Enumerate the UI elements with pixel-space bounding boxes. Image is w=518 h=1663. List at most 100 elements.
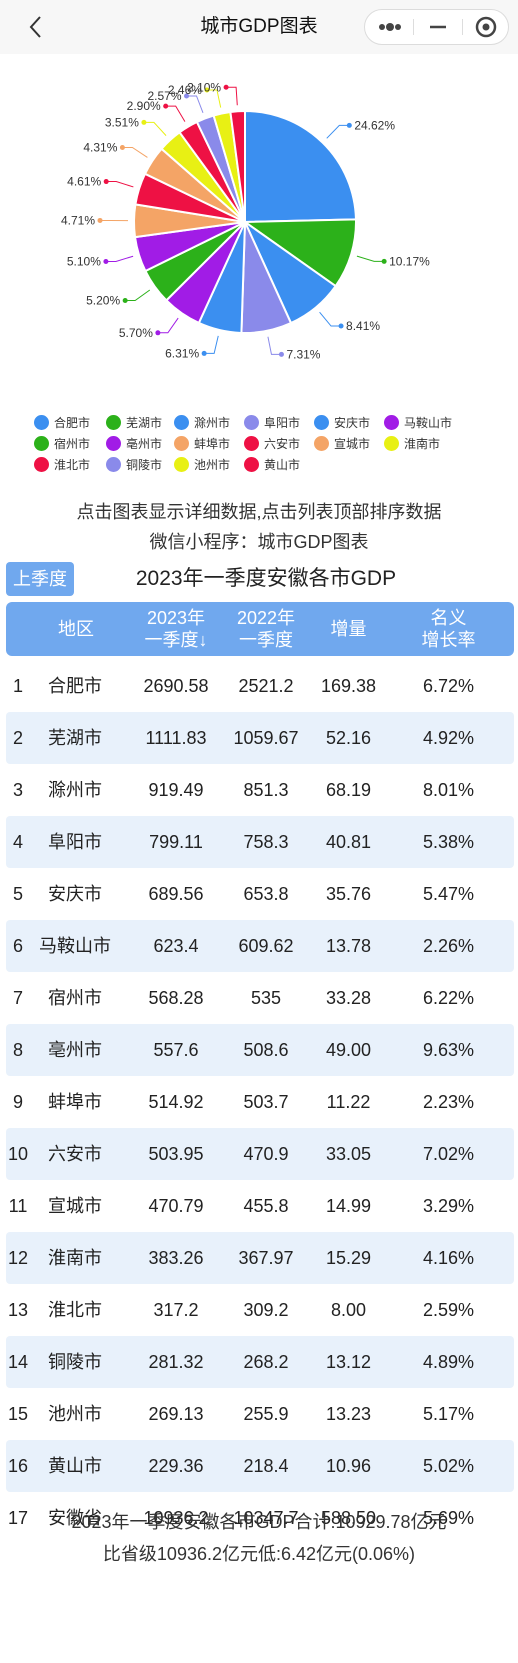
- cell-rank: 8: [12, 1040, 23, 1060]
- table-row[interactable]: 4 阜阳市 799.11 758.3 40.81 5.38%: [6, 816, 514, 868]
- table-row[interactable]: 12 淮南市 383.26 367.97 15.29 4.16%: [6, 1232, 514, 1284]
- cell-increase: 15.29: [325, 1248, 372, 1268]
- pie-percent-label: 4.61%: [67, 175, 101, 189]
- pie-leader-line: [165, 105, 186, 122]
- legend-item[interactable]: 淮南市: [384, 435, 440, 453]
- cell-growth-rate: 6.22%: [422, 988, 475, 1008]
- cell-2023-q1: 689.56: [148, 884, 204, 904]
- legend-item[interactable]: 铜陵市: [106, 456, 162, 474]
- table-row[interactable]: 11 宣城市 470.79 455.8 14.99 3.29%: [6, 1180, 514, 1232]
- target-circle-icon: [475, 16, 497, 38]
- table-row[interactable]: 1 合肥市 2690.58 2521.2 169.38 6.72%: [6, 660, 514, 712]
- cell-2022-q1: 455.8: [243, 1196, 289, 1216]
- pie-leader-line: [326, 124, 350, 139]
- cell-rank: 3: [12, 780, 23, 800]
- pie-leader-line: [125, 289, 151, 301]
- legend-label: 淮北市: [54, 458, 91, 472]
- header-region[interactable]: 地区: [46, 602, 106, 656]
- legend-item[interactable]: 宣城市: [314, 435, 370, 453]
- cell-region: 宿州市: [48, 988, 102, 1008]
- close-button[interactable]: [462, 10, 510, 44]
- pie-leader-dot: [346, 122, 352, 128]
- cell-rank: 7: [12, 988, 23, 1008]
- cell-2023-q1: 503.95: [148, 1144, 204, 1164]
- legend-item[interactable]: 阜阳市: [244, 414, 300, 432]
- legend-item[interactable]: 合肥市: [34, 414, 90, 432]
- cell-rank: 12: [7, 1248, 29, 1268]
- cell-growth-rate: 4.92%: [422, 728, 475, 748]
- legend-color-dot: [106, 415, 121, 430]
- cell-2022-q1: 470.9: [243, 1144, 289, 1164]
- legend-item[interactable]: 亳州市: [106, 435, 162, 453]
- pie-leader-dot: [338, 323, 344, 329]
- table-row[interactable]: 6 马鞍山市 623.4 609.62 13.78 2.26%: [6, 920, 514, 972]
- legend-label: 宣城市: [334, 437, 371, 451]
- legend-item[interactable]: 滁州市: [174, 414, 230, 432]
- cell-growth-rate: 4.16%: [422, 1248, 475, 1268]
- cell-region: 蚌埠市: [48, 1092, 102, 1112]
- legend-item[interactable]: 池州市: [174, 456, 230, 474]
- pie-slice[interactable]: [244, 109, 357, 224]
- legend-label: 蚌埠市: [194, 437, 231, 451]
- minimize-button[interactable]: [414, 10, 462, 44]
- cell-rank: 5: [12, 884, 23, 904]
- cell-region: 六安市: [48, 1144, 102, 1164]
- header-increase[interactable]: 增量: [306, 602, 391, 656]
- header-growth-rate[interactable]: 名义 增长率: [391, 602, 506, 656]
- cell-2022-q1: 535: [250, 988, 282, 1008]
- header-2023-q1[interactable]: 2023年 一季度↓: [126, 602, 226, 656]
- cell-increase: 13.23: [325, 1404, 372, 1424]
- legend-item[interactable]: 六安市: [244, 435, 300, 453]
- legend-label: 合肥市: [54, 416, 91, 430]
- pie-percent-label: 2.10%: [187, 80, 221, 94]
- legend-item[interactable]: 芜湖市: [106, 414, 162, 432]
- table-row[interactable]: 10 六安市 503.95 470.9 33.05 7.02%: [6, 1128, 514, 1180]
- cell-2022-q1: 218.4: [243, 1456, 289, 1476]
- legend-color-dot: [34, 457, 49, 472]
- table-row[interactable]: 14 铜陵市 281.32 268.2 13.12 4.89%: [6, 1336, 514, 1388]
- legend-item[interactable]: 黄山市: [244, 456, 300, 474]
- cell-region: 淮南市: [48, 1248, 102, 1268]
- pie-leader-line: [105, 255, 134, 262]
- table-row[interactable]: 8 亳州市 557.6 508.6 49.00 9.63%: [6, 1024, 514, 1076]
- cell-2023-q1: 514.92: [148, 1092, 204, 1112]
- pie-leader-line: [204, 335, 219, 354]
- legend-color-dot: [244, 436, 259, 451]
- cell-increase: 49.00: [325, 1040, 372, 1060]
- table-row[interactable]: 16 黄山市 229.36 218.4 10.96 5.02%: [6, 1440, 514, 1492]
- pie-percent-label: 5.70%: [119, 326, 153, 340]
- cell-region: 黄山市: [48, 1456, 102, 1476]
- pie-leader-line: [186, 95, 204, 113]
- legend-item[interactable]: 蚌埠市: [174, 435, 230, 453]
- legend-color-dot: [174, 457, 189, 472]
- table-row[interactable]: 13 淮北市 317.2 309.2 8.00 2.59%: [6, 1284, 514, 1336]
- pie-percent-label: 6.31%: [165, 346, 199, 360]
- table-row[interactable]: 7 宿州市 568.28 535 33.28 6.22%: [6, 972, 514, 1024]
- table-row[interactable]: 2 芜湖市 1111.83 1059.67 52.16 4.92%: [6, 712, 514, 764]
- pie-leader-line: [157, 317, 179, 334]
- table-row[interactable]: 15 池州市 269.13 255.9 13.23 5.17%: [6, 1388, 514, 1440]
- legend-color-dot: [244, 457, 259, 472]
- cell-rank: 1: [12, 676, 23, 696]
- cell-increase: 33.28: [325, 988, 372, 1008]
- legend-item[interactable]: 安庆市: [314, 414, 370, 432]
- table-row[interactable]: 5 安庆市 689.56 653.8 35.76 5.47%: [6, 868, 514, 920]
- legend-item[interactable]: 马鞍山市: [384, 414, 452, 432]
- legend-color-dot: [174, 415, 189, 430]
- cell-region: 池州市: [48, 1404, 102, 1424]
- legend-label: 黄山市: [264, 458, 301, 472]
- gdp-pie-chart[interactable]: 24.62% 10.17% 8.41% 7.31% 6.31% 5.70% 5.20% 5.1…: [0, 54, 518, 410]
- minimize-icon: [430, 25, 446, 29]
- header-2022-q1[interactable]: 2022年 一季度: [216, 602, 316, 656]
- legend-item[interactable]: 淮北市: [34, 456, 90, 474]
- legend-item[interactable]: 宿州市: [34, 435, 90, 453]
- cell-rank: 16: [7, 1456, 29, 1476]
- more-button[interactable]: [365, 10, 413, 44]
- legend-label: 六安市: [264, 437, 301, 451]
- pie-percent-label: 24.62%: [354, 118, 395, 132]
- cell-region: 淮北市: [48, 1300, 102, 1320]
- legend-label: 滁州市: [194, 416, 231, 430]
- table-row[interactable]: 9 蚌埠市 514.92 503.7 11.22 2.23%: [6, 1076, 514, 1128]
- table-row[interactable]: 3 滁州市 919.49 851.3 68.19 8.01%: [6, 764, 514, 816]
- cell-rank: 14: [7, 1352, 29, 1372]
